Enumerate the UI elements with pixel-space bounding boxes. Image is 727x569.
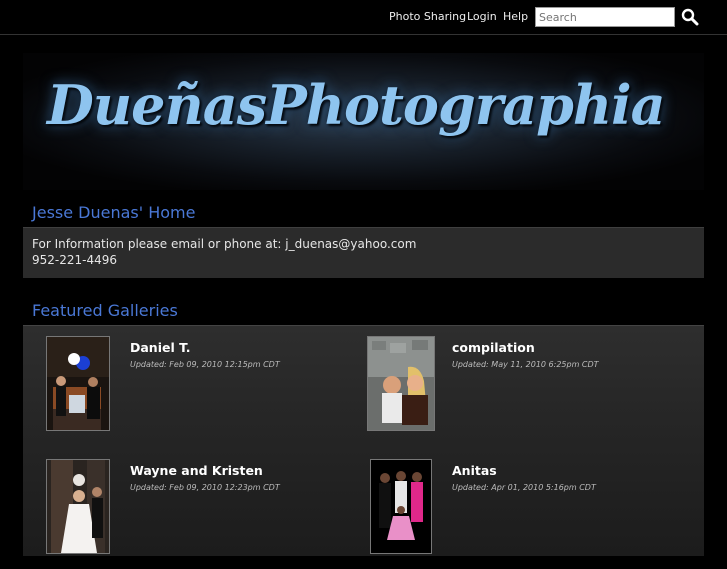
home-title: Jesse Duenas' Home bbox=[32, 203, 196, 222]
nav-help-link[interactable]: Help bbox=[503, 10, 528, 23]
featured-galleries-title: Featured Galleries bbox=[32, 301, 178, 320]
search-input[interactable] bbox=[535, 7, 675, 27]
gallery-title[interactable]: compilation bbox=[452, 340, 535, 355]
gallery-item[interactable]: compilation Updated: May 11, 2010 6:25pm… bbox=[367, 336, 687, 446]
gallery-thumbnail[interactable] bbox=[46, 336, 110, 431]
gallery-thumbnail[interactable] bbox=[46, 459, 110, 554]
nav-photo-sharing-link[interactable]: Photo Sharing bbox=[389, 10, 466, 23]
nav-login-link[interactable]: Login bbox=[467, 10, 497, 23]
phone-line: 952-221-4496 bbox=[32, 253, 118, 267]
contact-line: For Information please email or phone at… bbox=[32, 237, 417, 251]
gallery-updated: Updated: Feb 09, 2010 12:15pm CDT bbox=[130, 360, 280, 369]
gallery-updated: Updated: Apr 01, 2010 5:16pm CDT bbox=[452, 483, 596, 492]
banner-title: DueñasPhotographia bbox=[47, 73, 666, 137]
gallery-item[interactable]: Wayne and Kristen Updated: Feb 09, 2010 … bbox=[46, 459, 366, 569]
gallery-item[interactable]: Anitas Updated: Apr 01, 2010 5:16pm CDT bbox=[370, 459, 690, 569]
gallery-thumbnail[interactable] bbox=[367, 336, 435, 431]
gallery-thumbnail[interactable] bbox=[370, 459, 432, 554]
site-banner[interactable]: DueñasPhotographia bbox=[23, 53, 704, 190]
top-bar: Photo Sharing Login Help bbox=[0, 0, 727, 35]
gallery-title[interactable]: Daniel T. bbox=[130, 340, 191, 355]
info-box: For Information please email or phone at… bbox=[23, 227, 704, 278]
featured-galleries: Daniel T. Updated: Feb 09, 2010 12:15pm … bbox=[23, 325, 704, 556]
gallery-updated: Updated: Feb 09, 2010 12:23pm CDT bbox=[130, 483, 280, 492]
gallery-updated: Updated: May 11, 2010 6:25pm CDT bbox=[452, 360, 599, 369]
gallery-title[interactable]: Anitas bbox=[452, 463, 497, 478]
gallery-title[interactable]: Wayne and Kristen bbox=[130, 463, 263, 478]
search-icon[interactable] bbox=[681, 8, 699, 26]
gallery-item[interactable]: Daniel T. Updated: Feb 09, 2010 12:15pm … bbox=[46, 336, 366, 446]
